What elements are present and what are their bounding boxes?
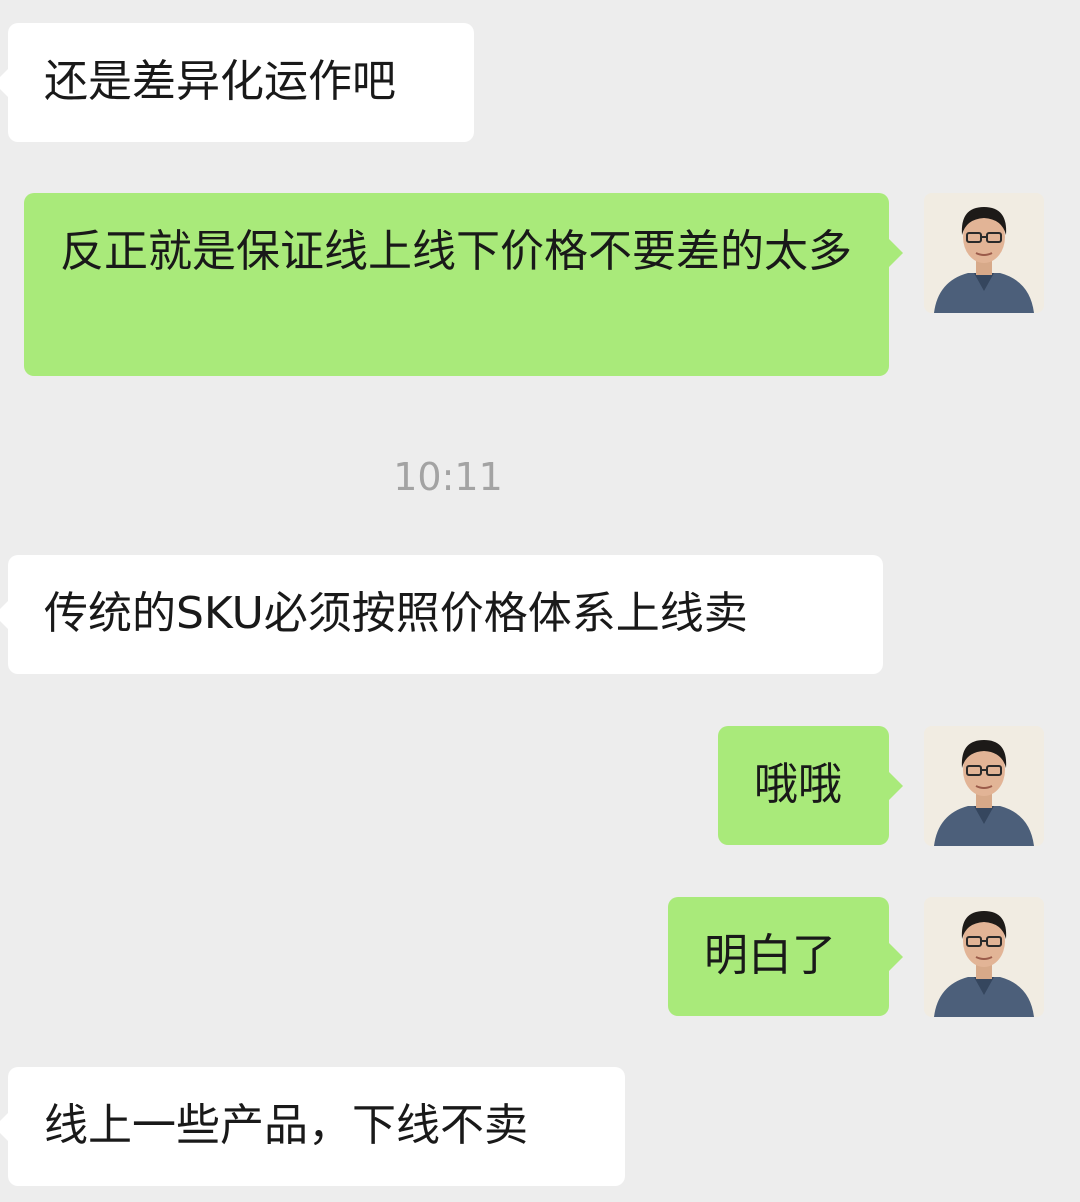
user-avatar[interactable] <box>924 726 1044 846</box>
incoming-message-bubble[interactable]: 传统的SKU必须按照价格体系上线卖 <box>0 555 883 674</box>
message-text: 哦哦 <box>754 759 842 810</box>
bubble-tail <box>0 599 10 631</box>
incoming-message-bubble[interactable]: 线上一些产品，下线不卖 <box>0 1067 625 1186</box>
outgoing-message-bubble[interactable]: 明白了 <box>668 897 903 1016</box>
incoming-message-bubble[interactable]: 还是差异化运作吧 <box>0 23 474 142</box>
outgoing-message-bubble[interactable]: 反正就是保证线上线下价格不要差的太多 <box>24 193 903 376</box>
bubble-tail <box>0 67 10 99</box>
person-icon <box>924 897 1044 1017</box>
bubble-tail <box>887 770 903 802</box>
message-text: 还是差异化运作吧 <box>44 56 396 107</box>
message-text: 明白了 <box>704 930 836 981</box>
outgoing-message-bubble[interactable]: 哦哦 <box>718 726 903 845</box>
bubble-tail <box>887 237 903 269</box>
user-avatar[interactable] <box>924 897 1044 1017</box>
user-avatar[interactable] <box>924 193 1044 313</box>
message-text: 线上一些产品，下线不卖 <box>44 1100 528 1151</box>
message-text: 反正就是保证线上线下价格不要差的太多 <box>60 226 852 277</box>
message-text: 传统的SKU必须按照价格体系上线卖 <box>44 588 748 639</box>
person-icon <box>924 726 1044 846</box>
bubble-tail <box>887 941 903 973</box>
chat-timestamp: 10:11 <box>393 455 503 499</box>
person-icon <box>924 193 1044 313</box>
bubble-tail <box>0 1111 10 1143</box>
